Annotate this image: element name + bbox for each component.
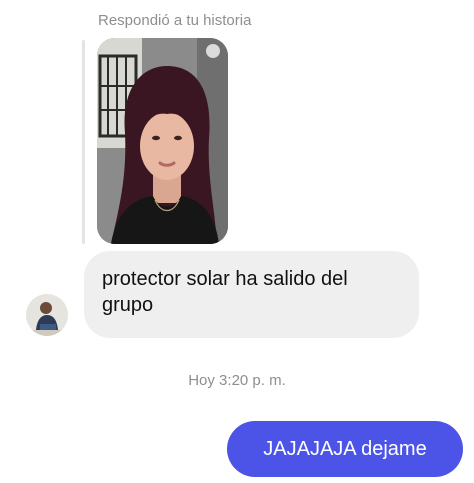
story-thumbnail[interactable] (97, 38, 228, 244)
story-reply-label: Respondió a tu historia (98, 12, 252, 29)
sender-avatar-image (26, 294, 68, 336)
incoming-message-bubble[interactable]: protector solar ha salido del grupo (84, 251, 419, 338)
reply-quote-line (82, 40, 85, 244)
story-photo (97, 38, 228, 244)
outgoing-message-bubble[interactable]: JAJAJAJA dejame (227, 421, 463, 477)
story-indicator-icon (206, 44, 220, 58)
message-timestamp: Hoy 3:20 p. m. (188, 372, 286, 389)
sender-avatar[interactable] (26, 294, 68, 336)
